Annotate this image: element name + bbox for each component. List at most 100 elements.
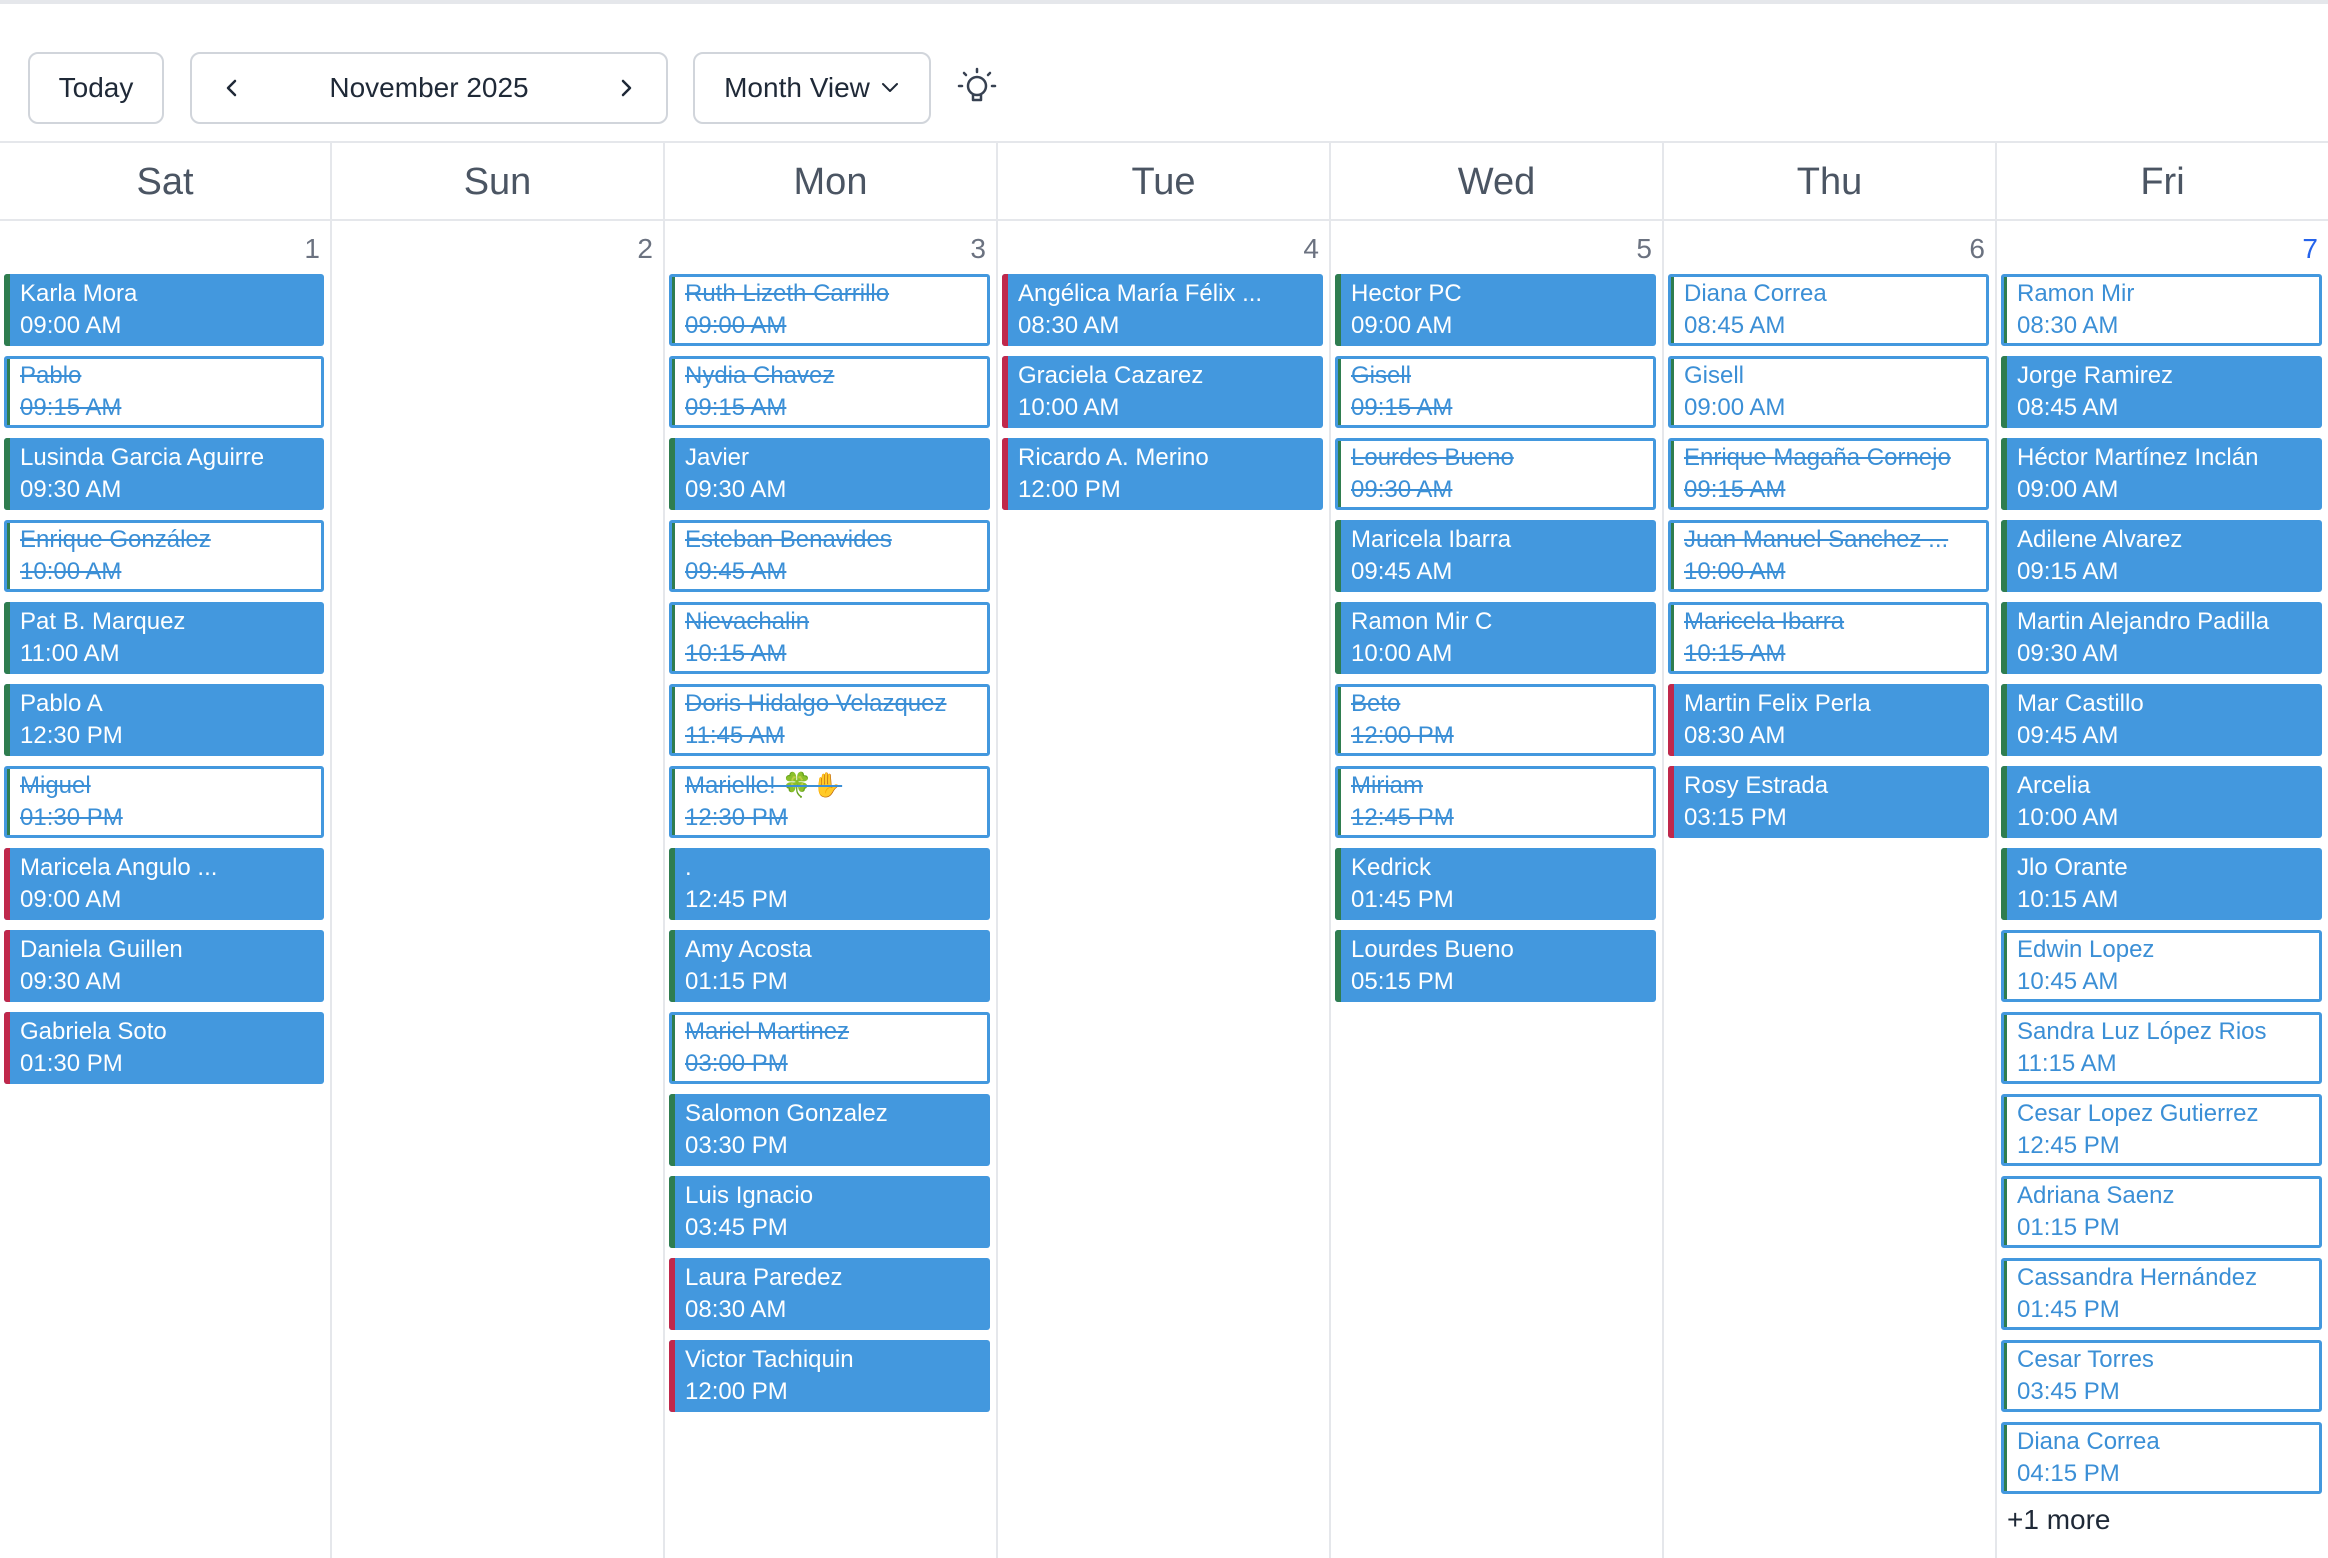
calendar-event[interactable]: Miriam 12:45 PM bbox=[1335, 766, 1656, 838]
calendar-event[interactable]: Cassandra Hernández 01:45 PM bbox=[2001, 1258, 2322, 1330]
calendar-event[interactable]: Maricela Ibarra 10:15 AM bbox=[1668, 602, 1989, 674]
event-status-bar bbox=[1335, 930, 1341, 1002]
calendar-event[interactable]: Esteban Benavides 09:45 AM bbox=[669, 520, 990, 592]
calendar-event[interactable]: Gisell 09:00 AM bbox=[1668, 356, 1989, 428]
calendar-event[interactable]: Hector PC 09:00 AM bbox=[1335, 274, 1656, 346]
calendar-event[interactable]: Edwin Lopez 10:45 AM bbox=[2001, 930, 2322, 1002]
calendar-event[interactable]: Nydia Chavez 09:15 AM bbox=[669, 356, 990, 428]
view-selector[interactable]: Month View bbox=[693, 52, 931, 124]
calendar-event[interactable]: Ricardo A. Merino 12:00 PM bbox=[1002, 438, 1323, 510]
day-cell[interactable]: 5 Hector PC 09:00 AM Gisell 09:15 AM Lourdes … bbox=[1331, 221, 1664, 1558]
calendar-event[interactable]: Gabriela Soto 01:30 PM bbox=[4, 1012, 324, 1084]
calendar-event[interactable]: Laura Paredez 08:30 AM bbox=[669, 1258, 990, 1330]
event-time: 10:15 AM bbox=[1684, 640, 1786, 667]
calendar-event[interactable]: Nievachalin 10:15 AM bbox=[669, 602, 990, 674]
day-number[interactable]: 6 bbox=[1969, 233, 1985, 265]
calendar-event[interactable]: Jlo Orante 10:15 AM bbox=[2001, 848, 2322, 920]
calendar-event[interactable]: Pat B. Marquez 11:00 AM bbox=[4, 602, 324, 674]
day-cell[interactable]: 7 Ramon Mir 08:30 AM Jorge Ramirez 08:45 AM H… bbox=[1997, 221, 2328, 1558]
more-events-link[interactable]: +1 more bbox=[2007, 1504, 2111, 1536]
calendar-event[interactable]: Gisell 09:15 AM bbox=[1335, 356, 1656, 428]
calendar-event[interactable]: Doris Hidalgo Velazquez 11:45 AM bbox=[669, 684, 990, 756]
calendar-event[interactable]: Marielle! 🍀✋ 12:30 PM bbox=[669, 766, 990, 838]
event-title: Gisell bbox=[1684, 362, 1745, 389]
day-cell[interactable]: 3 Ruth Lizeth Carrillo 09:00 AM Nydia Chave… bbox=[665, 221, 998, 1558]
chevron-left-icon[interactable] bbox=[214, 70, 250, 106]
day-number[interactable]: 3 bbox=[970, 233, 986, 265]
calendar-event[interactable]: Mar Castillo 09:45 AM bbox=[2001, 684, 2322, 756]
calendar-event[interactable]: Enrique González 10:00 AM bbox=[4, 520, 324, 592]
calendar-event[interactable]: Ruth Lizeth Carrillo 09:00 AM bbox=[669, 274, 990, 346]
calendar-event[interactable]: Maricela Ibarra 09:45 AM bbox=[1335, 520, 1656, 592]
event-title: Juan Manuel Sanchez ... bbox=[1684, 526, 1949, 553]
calendar-event[interactable]: Pablo 09:15 AM bbox=[4, 356, 324, 428]
calendar-event[interactable]: Salomon Gonzalez 03:30 PM bbox=[669, 1094, 990, 1166]
calendar-event[interactable]: Martin Felix Perla 08:30 AM bbox=[1668, 684, 1989, 756]
calendar-event[interactable]: . 12:45 PM bbox=[669, 848, 990, 920]
calendar-event[interactable]: Amy Acosta 01:15 PM bbox=[669, 930, 990, 1002]
calendar-event[interactable]: Rosy Estrada 03:15 PM bbox=[1668, 766, 1989, 838]
event-time: 12:45 PM bbox=[1351, 804, 1454, 831]
calendar-event[interactable]: Mariel Martinez 03:00 PM bbox=[669, 1012, 990, 1084]
calendar-event[interactable]: Diana Correa 04:15 PM bbox=[2001, 1422, 2322, 1494]
calendar-event[interactable]: Cesar Torres 03:45 PM bbox=[2001, 1340, 2322, 1412]
event-status-bar bbox=[1668, 766, 1674, 838]
calendar-event[interactable]: Adilene Alvarez 09:15 AM bbox=[2001, 520, 2322, 592]
event-status-bar bbox=[1002, 274, 1008, 346]
calendar-event[interactable]: Ramon Mir 08:30 AM bbox=[2001, 274, 2322, 346]
calendar-event[interactable]: Adriana Saenz 01:15 PM bbox=[2001, 1176, 2322, 1248]
weekday-header-row: Sat Sun Mon Tue Wed Thu Fri bbox=[0, 141, 2328, 221]
day-number[interactable]: 4 bbox=[1303, 233, 1319, 265]
event-status-bar bbox=[1671, 359, 1674, 425]
calendar-event[interactable]: Victor Tachiquin 12:00 PM bbox=[669, 1340, 990, 1412]
calendar-event[interactable]: Enrique Magaña Cornejo 09:15 AM bbox=[1668, 438, 1989, 510]
calendar-event[interactable]: Graciela Cazarez 10:00 AM bbox=[1002, 356, 1323, 428]
day-number[interactable]: 1 bbox=[304, 233, 320, 265]
today-button[interactable]: Today bbox=[28, 52, 164, 124]
calendar-event[interactable]: Jorge Ramirez 08:45 AM bbox=[2001, 356, 2322, 428]
calendar-event[interactable]: Juan Manuel Sanchez ... 10:00 AM bbox=[1668, 520, 1989, 592]
calendar-event[interactable]: Karla Mora 09:00 AM bbox=[4, 274, 324, 346]
lightbulb-icon[interactable] bbox=[956, 66, 998, 108]
calendar-event[interactable]: Daniela Guillen 09:30 AM bbox=[4, 930, 324, 1002]
calendar-event[interactable]: Diana Correa 08:45 AM bbox=[1668, 274, 1989, 346]
calendar-event[interactable]: Héctor Martínez Inclán 09:00 AM bbox=[2001, 438, 2322, 510]
day-cell[interactable]: 1 Karla Mora 09:00 AM Pablo 09:15 AM Lusinda … bbox=[0, 221, 332, 1558]
calendar-event[interactable]: Cesar Lopez Gutierrez 12:45 PM bbox=[2001, 1094, 2322, 1166]
calendar-event[interactable]: Sandra Luz López Rios 11:15 AM bbox=[2001, 1012, 2322, 1084]
day-cell[interactable]: 4 Angélica María Félix ... 08:30 AM Graciel… bbox=[998, 221, 1331, 1558]
event-title: Héctor Martínez Inclán bbox=[2017, 444, 2259, 471]
calendar-event[interactable]: Kedrick 01:45 PM bbox=[1335, 848, 1656, 920]
event-title: Ruth Lizeth Carrillo bbox=[685, 280, 890, 307]
event-time: 08:30 AM bbox=[2017, 312, 2119, 339]
calendar-event[interactable]: Luis Ignacio 03:45 PM bbox=[669, 1176, 990, 1248]
event-status-bar bbox=[2001, 356, 2007, 428]
calendar-event[interactable]: Pablo A 12:30 PM bbox=[4, 684, 324, 756]
calendar-event[interactable]: Javier 09:30 AM bbox=[669, 438, 990, 510]
day-number[interactable]: 5 bbox=[1636, 233, 1652, 265]
event-status-bar bbox=[2001, 602, 2007, 674]
event-status-bar bbox=[2004, 1261, 2007, 1327]
calendar-event[interactable]: Lusinda Garcia Aguirre 09:30 AM bbox=[4, 438, 324, 510]
event-title: Adilene Alvarez bbox=[2017, 526, 2183, 553]
event-title: Javier bbox=[685, 444, 750, 471]
day-cell[interactable]: 2 bbox=[332, 221, 665, 1558]
calendar-event[interactable]: Angélica María Félix ... 08:30 AM bbox=[1002, 274, 1323, 346]
chevron-right-icon[interactable] bbox=[608, 70, 644, 106]
calendar-event[interactable]: Martin Alejandro Padilla 09:30 AM bbox=[2001, 602, 2322, 674]
calendar-event[interactable]: Miguel 01:30 PM bbox=[4, 766, 324, 838]
event-status-bar bbox=[1338, 359, 1341, 425]
calendar-event[interactable]: Ramon Mir C 10:00 AM bbox=[1335, 602, 1656, 674]
calendar-event[interactable]: Arcelia 10:00 AM bbox=[2001, 766, 2322, 838]
event-time: 09:45 AM bbox=[1351, 558, 1453, 585]
calendar-event[interactable]: Beto 12:00 PM bbox=[1335, 684, 1656, 756]
day-number[interactable]: 7 bbox=[2302, 233, 2318, 265]
event-status-bar bbox=[2001, 684, 2007, 756]
day-number[interactable]: 2 bbox=[637, 233, 653, 265]
calendar-event[interactable]: Lourdes Bueno 05:15 PM bbox=[1335, 930, 1656, 1002]
event-time: 09:30 AM bbox=[1351, 476, 1453, 503]
calendar-event[interactable]: Maricela Angulo ... 09:00 AM bbox=[4, 848, 324, 920]
event-title: . bbox=[685, 854, 692, 881]
day-cell[interactable]: 6 Diana Correa 08:45 AM Gisell 09:00 AM Enriq… bbox=[1664, 221, 1997, 1558]
calendar-event[interactable]: Lourdes Bueno 09:30 AM bbox=[1335, 438, 1656, 510]
